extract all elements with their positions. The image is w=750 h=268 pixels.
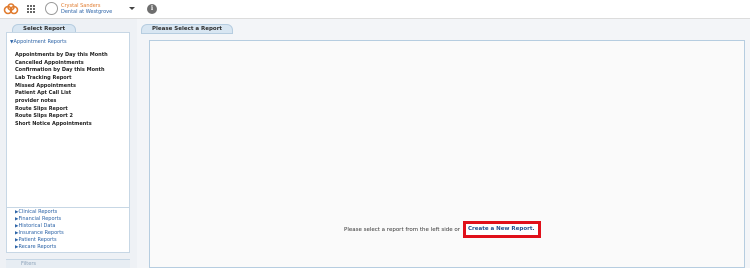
report-item[interactable]: Lab Tracking Report [15, 75, 108, 83]
avatar[interactable] [45, 2, 58, 15]
report-category-list: ▶Clinical Reports ▶Financial Reports ▶Hi… [15, 209, 64, 252]
report-item[interactable]: Missed Appointments [15, 83, 108, 91]
category-label: Recare Reports [18, 244, 57, 251]
report-item[interactable]: Short Notice Appointments [15, 121, 108, 129]
report-content-area [149, 40, 745, 268]
chevron-down-icon[interactable] [129, 7, 135, 10]
brand-logo-icon[interactable] [3, 3, 19, 15]
section-label: Appointment Reports [13, 39, 67, 45]
report-item[interactable]: provider notes [15, 98, 108, 106]
category-recare-reports[interactable]: ▶Recare Reports [15, 244, 64, 251]
report-list: Appointments by Day this Month Cancelled… [15, 52, 108, 129]
report-item[interactable]: Cancelled Appointments [15, 60, 108, 68]
category-label: Financial Reports [18, 216, 62, 223]
apps-grid-icon[interactable] [27, 5, 35, 13]
category-label: Patient Reports [18, 237, 57, 244]
category-historical-data[interactable]: ▶Historical Data [15, 223, 64, 230]
report-item[interactable]: Patient Apt Call List [15, 90, 108, 98]
info-icon[interactable]: i [147, 4, 157, 14]
category-financial-reports[interactable]: ▶Financial Reports [15, 216, 64, 223]
report-item[interactable]: Confirmation by Day this Month [15, 67, 108, 75]
please-select-report-tab: Please Select a Report [141, 24, 234, 34]
category-clinical-reports[interactable]: ▶Clinical Reports [15, 209, 64, 216]
category-label: Historical Data [18, 223, 56, 230]
report-item[interactable]: Route Slips Report 2 [15, 113, 108, 121]
category-insurance-reports[interactable]: ▶Insurance Reports [15, 230, 64, 237]
top-bar: Crystal Sanders Dental at Westgrove i [0, 0, 750, 19]
report-item[interactable]: Appointments by Day this Month [15, 52, 108, 60]
category-label: Insurance Reports [18, 230, 64, 237]
category-label: Clinical Reports [18, 209, 58, 215]
practice-name[interactable]: Dental at Westgrove [61, 9, 112, 15]
category-patient-reports[interactable]: ▶Patient Reports [15, 237, 64, 244]
report-item[interactable]: Route Slips Report [15, 106, 108, 114]
filters-label[interactable]: Filters [21, 261, 36, 267]
divider [6, 207, 130, 208]
create-new-report-link[interactable]: Create a New Report. [468, 226, 535, 232]
select-report-message: Please select a report from the left sid… [344, 227, 460, 233]
appointment-reports-toggle[interactable]: ▼Appointment Reports [10, 39, 67, 45]
